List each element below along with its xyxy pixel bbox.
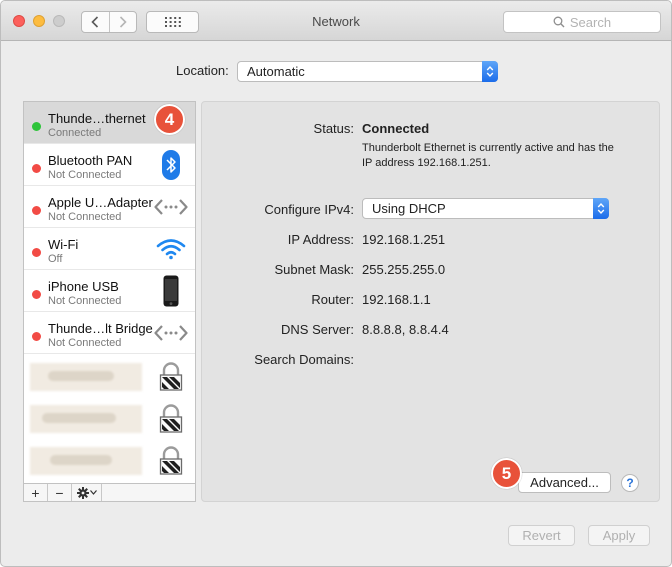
service-name: Apple U…Adapter (48, 195, 153, 210)
service-name: Bluetooth PAN (48, 153, 133, 168)
gear-icon (76, 486, 89, 499)
status-dot-red (32, 248, 41, 257)
redacted-label (30, 447, 142, 475)
service-status: Not Connected (48, 169, 122, 181)
ip-address-label: IP Address: (287, 232, 354, 247)
search-icon (553, 16, 565, 28)
redacted-label (30, 363, 142, 391)
router-label: Router: (311, 292, 354, 307)
service-item-bluetooth-pan[interactable]: Bluetooth PAN Not Connected (24, 144, 195, 186)
title-bar: Network Search (1, 1, 671, 41)
vpn-service-item[interactable] (24, 440, 195, 482)
ethernet-arrows-icon (154, 190, 188, 224)
status-label: Status: (313, 121, 354, 136)
status-dot-red (32, 290, 41, 299)
service-name: Thunde…thernet (48, 111, 146, 126)
status-dot-red (32, 206, 41, 215)
network-preferences-window: Network Search Location: Automatic Thund… (0, 0, 672, 567)
search-placeholder: Search (569, 14, 612, 30)
service-name: Thunde…lt Bridge (48, 321, 153, 336)
search-field[interactable]: Search (503, 11, 661, 33)
network-service-list: Thunde…thernet Connected Bluetooth PAN N… (23, 101, 196, 485)
configure-ipv4-value: Using DHCP (372, 201, 446, 216)
ip-address-value: 192.168.1.251 (362, 232, 446, 247)
ethernet-arrows-icon (154, 316, 188, 350)
router-value: 192.168.1.1 (362, 292, 431, 307)
lock-icon (154, 360, 188, 394)
annotation-badge-4: 4 (154, 104, 185, 135)
wifi-icon (154, 232, 188, 266)
redacted-label (30, 405, 142, 433)
service-status: Not Connected (48, 337, 122, 349)
location-popup[interactable]: Automatic (237, 61, 498, 82)
lock-icon (154, 402, 188, 436)
revert-button[interactable]: Revert (508, 525, 575, 546)
add-service-button[interactable]: + (24, 484, 48, 501)
subnet-mask-value: 255.255.255.0 (362, 262, 446, 277)
service-list-toolbar: + − (23, 483, 196, 502)
status-description: Thunderbolt Ethernet is currently active… (362, 142, 614, 169)
apply-button[interactable]: Apply (588, 525, 650, 546)
chevron-down-icon (89, 490, 97, 495)
subnet-mask-label: Subnet Mask: (274, 262, 355, 277)
configure-ipv4-popup[interactable]: Using DHCP (362, 198, 609, 219)
service-status: Not Connected (48, 295, 122, 307)
iphone-icon (154, 274, 188, 308)
popup-arrows-icon (593, 198, 609, 219)
service-status: Not Connected (48, 211, 122, 223)
remove-service-button[interactable]: − (48, 484, 72, 501)
service-status: Connected (48, 127, 102, 139)
service-item-wifi[interactable]: Wi-Fi Off (24, 228, 195, 270)
vpn-service-item[interactable] (24, 398, 195, 440)
configure-ipv4-label: Configure IPv4: (264, 202, 354, 217)
advanced-button[interactable]: Advanced... (518, 472, 611, 493)
bluetooth-icon (154, 148, 188, 182)
popup-arrows-icon (482, 61, 498, 82)
service-item-apple-usb-adapter[interactable]: Apple U…Adapter Not Connected (24, 186, 195, 228)
status-dot-red (32, 332, 41, 341)
service-name: Wi-Fi (48, 237, 79, 252)
annotation-badge-5: 5 (491, 458, 522, 489)
status-value: Connected (362, 121, 430, 136)
help-button[interactable]: ? (621, 474, 639, 492)
service-status: Off (48, 253, 63, 265)
lock-icon (154, 444, 188, 478)
location-value: Automatic (247, 64, 305, 79)
search-domains-label: Search Domains: (254, 352, 354, 367)
service-item-iphone-usb[interactable]: iPhone USB Not Connected (24, 270, 195, 312)
status-dot-red (32, 164, 41, 173)
status-dot-green (32, 122, 41, 131)
dns-server-value: 8.8.8.8, 8.8.4.4 (362, 322, 449, 337)
service-item-thunderbolt-bridge[interactable]: Thunde…lt Bridge Not Connected (24, 312, 195, 354)
vpn-service-item[interactable] (24, 356, 195, 398)
dns-server-label: DNS Server: (281, 322, 354, 337)
service-name: iPhone USB (48, 279, 119, 294)
location-label: Location: (176, 63, 229, 78)
action-menu-button[interactable] (72, 484, 102, 501)
